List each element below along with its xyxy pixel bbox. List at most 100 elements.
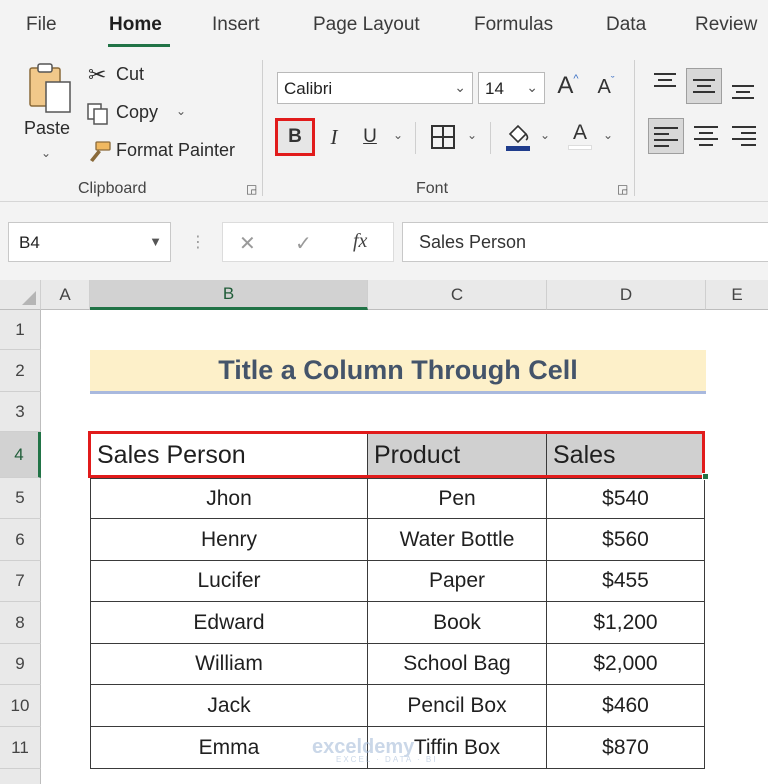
worksheet-grid[interactable]: A B C D E 1 2 3 4 5 6 7 8 9 10 11 Title … bbox=[0, 280, 768, 784]
table-cell[interactable]: Jack bbox=[90, 685, 368, 727]
table-cell[interactable]: Henry bbox=[90, 519, 368, 561]
bottom-align-button[interactable] bbox=[728, 74, 758, 104]
formula-input[interactable]: Sales Person bbox=[402, 222, 768, 262]
tab-home[interactable]: Home bbox=[109, 14, 162, 36]
column-header-a[interactable]: A bbox=[41, 280, 90, 310]
clipboard-dialog-launcher-icon[interactable]: ◲ bbox=[246, 182, 257, 196]
top-align-button[interactable] bbox=[650, 68, 680, 98]
table-cell[interactable]: $460 bbox=[547, 685, 705, 727]
font-color-icon: A bbox=[572, 120, 587, 144]
name-box-value: B4 bbox=[19, 233, 40, 252]
align-center-button[interactable] bbox=[690, 120, 722, 152]
tab-page-layout[interactable]: Page Layout bbox=[313, 14, 420, 36]
column-header-b[interactable]: B bbox=[90, 280, 368, 310]
table-cell[interactable]: Jhon bbox=[90, 478, 368, 519]
table-cell[interactable]: $870 bbox=[547, 727, 705, 769]
paste-button[interactable]: Paste ⌄ bbox=[18, 60, 76, 170]
row-header-3[interactable]: 3 bbox=[0, 392, 41, 432]
table-cell[interactable]: $540 bbox=[547, 478, 705, 519]
format-painter-button[interactable]: Format Painter bbox=[86, 138, 246, 166]
row-header-10[interactable]: 10 bbox=[0, 685, 41, 727]
copy-label: Copy bbox=[116, 102, 159, 122]
table-cell[interactable]: William bbox=[90, 644, 368, 685]
column-header-e[interactable]: E bbox=[706, 280, 768, 310]
header-cell-product[interactable]: Product bbox=[368, 433, 547, 477]
table-cell[interactable]: School Bag bbox=[368, 644, 547, 685]
table-cell[interactable]: Pen bbox=[368, 478, 547, 519]
table-cell[interactable]: Book bbox=[368, 602, 547, 644]
font-dialog-launcher-icon[interactable]: ◲ bbox=[617, 182, 628, 196]
active-tab-indicator bbox=[108, 44, 170, 47]
underline-icon: U bbox=[363, 126, 377, 147]
insert-function-icon[interactable]: fx bbox=[353, 230, 367, 253]
bold-icon: B bbox=[288, 126, 302, 147]
row-header-8[interactable]: 8 bbox=[0, 602, 41, 644]
table-cell[interactable]: Edward bbox=[90, 602, 368, 644]
table-cell[interactable]: $2,000 bbox=[547, 644, 705, 685]
table-cell[interactable]: $455 bbox=[547, 561, 705, 602]
tab-data[interactable]: Data bbox=[606, 14, 646, 36]
fill-color-icon bbox=[506, 124, 530, 151]
tab-formulas[interactable]: Formulas bbox=[474, 14, 553, 36]
borders-button[interactable] bbox=[430, 124, 456, 150]
underline-dropdown-icon[interactable]: ⌄ bbox=[393, 128, 403, 142]
borders-dropdown-icon[interactable]: ⌄ bbox=[467, 128, 477, 142]
resize-handle-icon[interactable]: ⋮ bbox=[190, 232, 206, 252]
copy-icon bbox=[87, 103, 108, 125]
table-cell[interactable]: Pencil Box bbox=[368, 685, 547, 727]
fill-color-button[interactable] bbox=[504, 120, 532, 152]
increase-font-size-button[interactable]: A ^ bbox=[553, 70, 583, 102]
tab-review[interactable]: Review bbox=[695, 14, 757, 36]
cancel-icon[interactable]: ✕ bbox=[239, 231, 256, 256]
decrease-font-size-button[interactable]: Aˇ bbox=[592, 72, 620, 102]
underline-button[interactable]: U bbox=[356, 120, 384, 154]
paste-dropdown-icon[interactable]: ⌄ bbox=[41, 146, 51, 160]
ribbon-tab-bar: File Home Insert Page Layout Formulas Da… bbox=[0, 0, 768, 52]
font-separator bbox=[490, 122, 491, 154]
font-color-button[interactable]: A bbox=[566, 118, 594, 152]
fill-color-dropdown-icon[interactable]: ⌄ bbox=[540, 128, 550, 142]
tab-file[interactable]: File bbox=[26, 14, 57, 36]
table-cell[interactable]: $560 bbox=[547, 519, 705, 561]
table-cell[interactable]: Paper bbox=[368, 561, 547, 602]
row-header-5[interactable]: 5 bbox=[0, 478, 41, 519]
font-color-dropdown-icon[interactable]: ⌄ bbox=[603, 128, 613, 142]
header-cell-sales[interactable]: Sales bbox=[547, 433, 705, 477]
table-cell[interactable]: Water Bottle bbox=[368, 519, 547, 561]
row-header-11[interactable]: 11 bbox=[0, 727, 41, 769]
select-all-button[interactable] bbox=[0, 280, 41, 310]
font-name-select[interactable]: Calibri ⌄ bbox=[277, 72, 473, 104]
column-header-d[interactable]: D bbox=[547, 280, 706, 310]
row-header-7[interactable]: 7 bbox=[0, 561, 41, 602]
name-box[interactable]: B4 ▼ bbox=[8, 222, 171, 262]
copy-dropdown-icon[interactable]: ⌄ bbox=[176, 104, 186, 118]
row-header-9[interactable]: 9 bbox=[0, 644, 41, 685]
table-cell[interactable]: Lucifer bbox=[90, 561, 368, 602]
cut-button[interactable]: ✂ Cut bbox=[86, 62, 186, 90]
formula-value: Sales Person bbox=[419, 232, 527, 252]
align-center-icon bbox=[694, 126, 718, 146]
bold-button[interactable]: B bbox=[275, 118, 315, 156]
title-cell[interactable]: Title a Column Through Cell bbox=[90, 350, 706, 394]
ribbon-home: Paste ⌄ ✂ Cut Copy ⌄ Format Painter Clip… bbox=[0, 52, 768, 202]
italic-button[interactable]: I bbox=[320, 120, 348, 154]
column-header-c[interactable]: C bbox=[368, 280, 547, 310]
group-divider bbox=[634, 60, 635, 196]
tab-insert[interactable]: Insert bbox=[212, 14, 260, 36]
align-right-button[interactable] bbox=[728, 120, 760, 152]
enter-icon[interactable]: ✓ bbox=[295, 231, 312, 256]
align-left-button[interactable] bbox=[648, 118, 684, 154]
row-header-6[interactable]: 6 bbox=[0, 519, 41, 561]
row-header-4[interactable]: 4 bbox=[0, 432, 41, 478]
font-name-value: Calibri bbox=[284, 79, 333, 98]
font-size-select[interactable]: 14 ⌄ bbox=[478, 72, 545, 104]
row-header-2[interactable]: 2 bbox=[0, 350, 41, 392]
fill-handle[interactable] bbox=[702, 473, 709, 480]
copy-button[interactable]: Copy ⌄ bbox=[86, 100, 196, 128]
row-header-1[interactable]: 1 bbox=[0, 310, 41, 350]
chevron-down-icon: ⌄ bbox=[526, 79, 538, 95]
table-cell[interactable]: $1,200 bbox=[547, 602, 705, 644]
row-header-12[interactable] bbox=[0, 769, 41, 784]
middle-align-button[interactable] bbox=[686, 68, 722, 104]
header-cell-sales-person[interactable]: Sales Person bbox=[90, 433, 368, 477]
